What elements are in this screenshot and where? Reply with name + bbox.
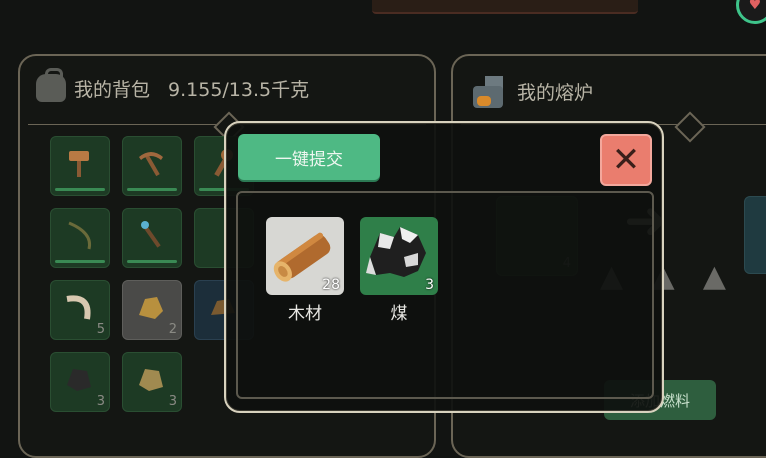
backpack-weight: 9.155/13.5千克 xyxy=(168,78,310,101)
item-list: 28 木材 3 煤 xyxy=(236,191,654,399)
item-count: 2 xyxy=(168,322,177,337)
spear-icon xyxy=(141,221,161,248)
ore-icon xyxy=(139,369,163,391)
item-tile[interactable]: 28 xyxy=(266,217,344,295)
top-status-bar xyxy=(372,0,638,14)
bag-slot-horn[interactable]: 5 xyxy=(50,280,110,340)
bow-icon xyxy=(68,221,92,250)
backpack-header: 我的背包 9.155/13.5千克 xyxy=(36,68,310,102)
item-quantity: 28 xyxy=(322,277,340,293)
coal-icon xyxy=(67,369,91,391)
horn-icon xyxy=(66,295,91,320)
furnace-icon xyxy=(469,74,509,108)
gold-ore-icon xyxy=(139,297,163,319)
durability-bar xyxy=(55,188,105,191)
bag-slot-coal[interactable]: 3 xyxy=(50,352,110,412)
durability-bar xyxy=(55,260,105,263)
divider-ornament xyxy=(674,111,706,143)
item-name: 煤 xyxy=(390,304,408,324)
bag-slot-bow[interactable] xyxy=(50,208,110,268)
close-icon: ✕ xyxy=(611,140,641,180)
furnace-title: 我的熔炉 xyxy=(517,81,594,104)
close-button[interactable]: ✕ xyxy=(600,134,652,186)
bag-slot-spear[interactable] xyxy=(122,208,182,268)
item-count: 3 xyxy=(168,394,177,409)
bag-slot-gold-ore[interactable]: 2 xyxy=(122,280,182,340)
furnace-header: 我的熔炉 xyxy=(469,74,593,108)
furnace-output-slot[interactable] xyxy=(744,196,766,274)
modal-item-coal[interactable]: 3 煤 xyxy=(360,217,438,324)
submit-all-button[interactable]: 一键提交 xyxy=(238,134,380,180)
item-count: 5 xyxy=(96,322,105,337)
backpack-title: 我的背包 xyxy=(74,78,151,101)
pickaxe-icon xyxy=(139,152,163,177)
bag-slot-ore[interactable]: 3 xyxy=(122,352,182,412)
item-name: 木材 xyxy=(288,304,322,324)
hammer-icon xyxy=(69,151,89,177)
bag-slot-hammer[interactable] xyxy=(50,136,110,196)
modal-item-wood[interactable]: 28 木材 xyxy=(266,217,344,324)
bag-slot-pickaxe[interactable] xyxy=(122,136,182,196)
submit-modal: 一键提交 ✕ 28 木材 3 煤 xyxy=(224,121,664,413)
item-count: 3 xyxy=(96,394,105,409)
heart-icon[interactable]: ♥ xyxy=(736,0,766,24)
bag-icon xyxy=(36,68,66,102)
item-tile[interactable]: 3 xyxy=(360,217,438,295)
durability-bar xyxy=(127,188,177,191)
item-quantity: 3 xyxy=(425,277,434,293)
durability-bar xyxy=(127,260,177,263)
